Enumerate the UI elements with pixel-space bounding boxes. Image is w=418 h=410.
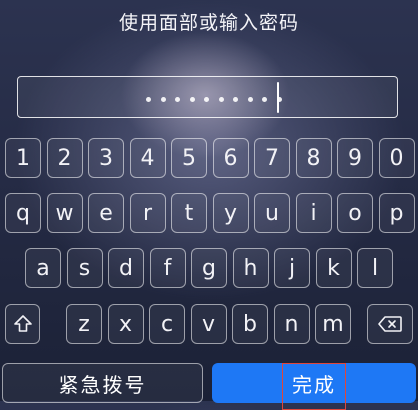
key-l[interactable]: l (357, 248, 393, 288)
key-9[interactable]: 9 (337, 138, 373, 178)
key-w[interactable]: w (46, 193, 83, 233)
passcode-dot (204, 97, 209, 102)
key-u[interactable]: u (254, 193, 290, 233)
key-i[interactable]: i (295, 193, 332, 233)
done-button[interactable]: 完成 (212, 362, 416, 410)
key-c[interactable]: c (149, 304, 185, 344)
passcode-dot (175, 97, 180, 102)
key-t[interactable]: t (171, 193, 207, 233)
key-n[interactable]: n (273, 304, 310, 344)
passcode-dot (262, 97, 267, 102)
key-a[interactable]: a (25, 248, 61, 288)
text-cursor (277, 82, 279, 113)
emergency-call-label: 紧急拨号 (58, 372, 147, 397)
passcode-dot (247, 97, 253, 102)
passcode-dot (218, 97, 224, 102)
passcode-dot (160, 97, 166, 102)
emergency-call-button[interactable]: 紧急拨号 (2, 363, 203, 403)
key-z[interactable]: z (66, 304, 102, 344)
key-o[interactable]: o (337, 193, 373, 233)
key-0[interactable]: 0 (378, 138, 415, 178)
page-title: 使用面部或输入密码 (118, 12, 299, 34)
key-4[interactable]: 4 (129, 138, 166, 178)
backspace-icon (377, 314, 403, 334)
number-row: 1234567890 (0, 138, 418, 178)
key-d[interactable]: d (108, 248, 144, 288)
key-m[interactable]: m (315, 304, 351, 344)
letter-row-2: asdfghjkl (0, 248, 418, 288)
key-2[interactable]: 2 (46, 138, 83, 178)
key-x[interactable]: x (107, 304, 144, 344)
key-5[interactable]: 5 (171, 138, 207, 178)
passcode-dot (146, 97, 151, 102)
key-e[interactable]: e (88, 193, 124, 233)
key-p[interactable]: p (378, 193, 415, 233)
passcode-dot (233, 97, 238, 102)
key-j[interactable]: j (274, 248, 310, 288)
key-8[interactable]: 8 (295, 138, 332, 178)
key-g[interactable]: g (191, 248, 227, 288)
key-k[interactable]: k (315, 248, 352, 288)
shift-key[interactable] (5, 304, 40, 344)
key-q[interactable]: q (5, 193, 41, 233)
key-7[interactable]: 7 (254, 138, 290, 178)
key-h[interactable]: h (232, 248, 269, 288)
delete-key[interactable] (367, 304, 413, 344)
key-1[interactable]: 1 (5, 138, 41, 178)
key-b[interactable]: b (232, 304, 268, 344)
highlight-box (282, 362, 346, 410)
shift-arrow-icon (13, 314, 33, 334)
key-v[interactable]: v (190, 304, 227, 344)
key-y[interactable]: y (212, 193, 249, 233)
passcode-dots (146, 97, 282, 102)
passcode-dot (189, 97, 195, 102)
done-label-wrapper: 完成 (282, 362, 346, 410)
letter-row-1: qwertyuiop (0, 193, 418, 233)
letter-row-3: zxcvbnm (0, 304, 418, 344)
key-f[interactable]: f (149, 248, 186, 288)
key-6[interactable]: 6 (212, 138, 249, 178)
key-s[interactable]: s (66, 248, 103, 288)
key-r[interactable]: r (129, 193, 166, 233)
key-3[interactable]: 3 (88, 138, 124, 178)
passcode-field[interactable] (17, 76, 398, 118)
